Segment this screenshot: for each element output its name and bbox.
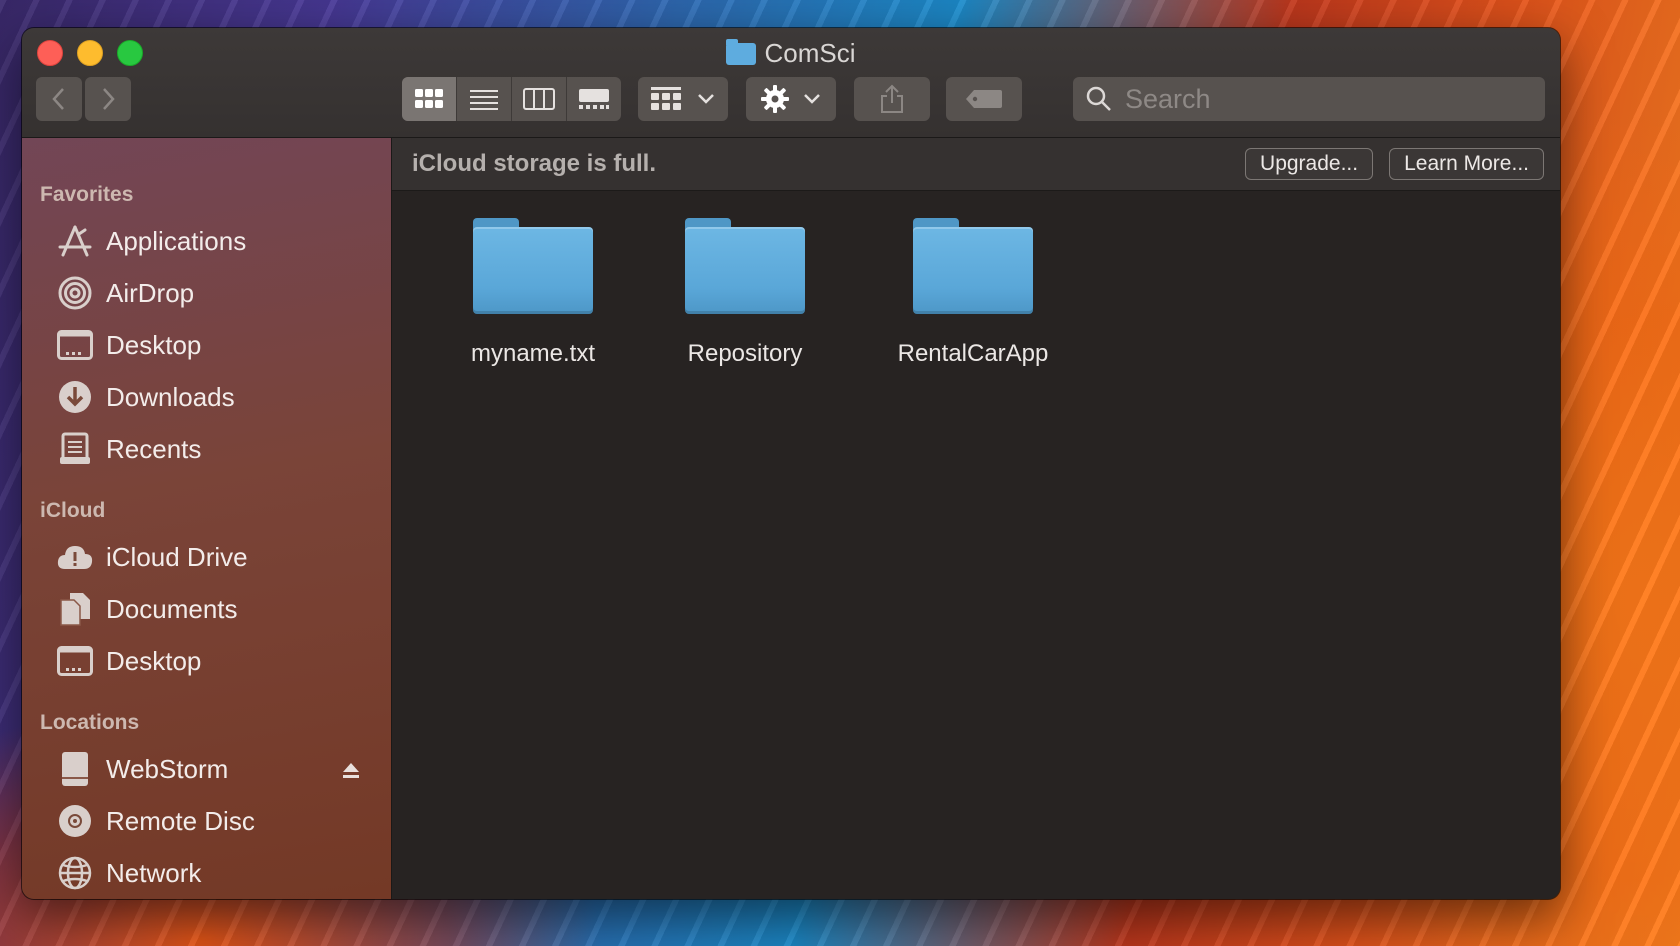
sidebar-item-label: Documents	[106, 593, 238, 624]
icon-view-button[interactable]	[402, 77, 457, 121]
network-icon	[56, 854, 94, 892]
chevron-right-icon	[103, 88, 115, 110]
forward-button[interactable]	[85, 77, 131, 121]
file-item[interactable]: RentalCarApp	[878, 218, 1068, 368]
back-button[interactable]	[36, 77, 82, 121]
sidebar-item-label: Applications	[106, 225, 247, 256]
grid-group-icon	[651, 87, 681, 110]
view-mode-control	[402, 77, 621, 121]
file-item[interactable]: myname.txt	[438, 218, 628, 368]
desktop-icon	[56, 326, 94, 364]
window-title-text: ComSci	[764, 38, 856, 68]
sidebar-item-desktop[interactable]: Desktop	[56, 322, 386, 368]
sidebar-item-label: Recents	[106, 433, 202, 464]
titlebar: ComSci	[22, 28, 1560, 138]
share-icon	[881, 84, 903, 113]
sidebar-item-label: AirDrop	[106, 277, 195, 308]
downloads-icon	[56, 378, 94, 416]
column-view-button[interactable]	[512, 77, 567, 121]
gear-icon	[761, 85, 789, 113]
drive-icon	[56, 750, 94, 788]
sidebar-item-network[interactable]: Network	[56, 850, 386, 896]
sidebar-section-icloud: iCloud	[40, 499, 106, 522]
chevron-down-icon	[698, 94, 714, 104]
share-button[interactable]	[854, 77, 930, 121]
icloud-drive-icon	[56, 538, 94, 576]
tag-icon	[966, 90, 1002, 108]
eject-icon[interactable]	[342, 756, 360, 787]
sidebar-item-label: Remote Disc	[106, 805, 255, 836]
window-title: ComSci	[22, 36, 1560, 70]
banner-message: iCloud storage is full.	[412, 150, 657, 177]
upgrade-button[interactable]: Upgrade...	[1245, 148, 1374, 180]
sidebar-item-label: Downloads	[106, 381, 235, 412]
action-menu-button[interactable]	[746, 77, 836, 121]
chevron-down-icon	[804, 94, 820, 104]
sidebar-section-favorites: Favorites	[40, 183, 134, 206]
list-view-icon	[470, 90, 498, 110]
sidebar-section-locations: Locations	[40, 711, 140, 734]
search-icon	[1086, 86, 1111, 111]
chevron-left-icon	[52, 88, 64, 110]
search-field[interactable]	[1073, 77, 1545, 121]
list-view-button[interactable]	[457, 77, 512, 121]
sidebar-item-icloud-drive[interactable]: iCloud Drive	[56, 534, 386, 580]
sidebar-item-label: iCloud Drive	[106, 541, 248, 572]
sidebar-item-remote-disc[interactable]: Remote Disc	[56, 798, 386, 844]
finder-window: ComSci Search Favorites Applications Air…	[22, 28, 1560, 899]
sidebar-item-airdrop[interactable]: AirDrop	[56, 270, 386, 316]
documents-icon	[56, 590, 94, 628]
file-item[interactable]: Repository	[650, 218, 840, 368]
sidebar-item-label: Desktop	[106, 329, 202, 360]
gallery-view-button[interactable]	[567, 77, 621, 121]
sidebar-item-label: Desktop	[106, 645, 202, 676]
folder-icon	[685, 218, 805, 314]
learn-more-button[interactable]: Learn More...	[1389, 148, 1544, 180]
group-by-button[interactable]	[638, 77, 728, 121]
file-name: Repository	[687, 340, 803, 367]
sidebar-item-downloads[interactable]: Downloads	[56, 374, 386, 420]
sidebar-item-webstorm[interactable]: WebStorm	[56, 746, 386, 792]
sidebar-item-applications[interactable]: Applications	[56, 218, 386, 264]
disc-icon	[56, 802, 94, 840]
sidebar-item-documents[interactable]: Documents	[56, 586, 386, 632]
folder-icon	[726, 39, 757, 65]
folder-icon	[473, 218, 593, 314]
column-view-icon	[523, 88, 555, 110]
gallery-view-icon	[579, 89, 609, 109]
sidebar-item-icloud-desktop[interactable]: Desktop	[56, 638, 386, 684]
icon-view-icon	[415, 89, 443, 108]
file-name: myname.txt	[470, 340, 596, 367]
file-name: RentalCarApp	[897, 340, 1049, 367]
applications-icon	[56, 222, 94, 260]
sidebar-item-label: Network	[106, 857, 202, 888]
sidebar: Favorites Applications AirDrop Desktop D…	[22, 138, 392, 899]
sidebar-item-recents[interactable]: Recents	[56, 426, 386, 472]
tag-button[interactable]	[946, 77, 1022, 121]
recents-icon	[56, 430, 94, 468]
airdrop-icon	[56, 274, 94, 312]
desktop-icon	[56, 642, 94, 680]
icloud-storage-banner: iCloud storage is full. Upgrade... Learn…	[392, 138, 1560, 191]
sidebar-item-label: WebStorm	[106, 753, 229, 784]
search-input[interactable]	[1123, 82, 1527, 116]
file-browser: iCloud storage is full. Upgrade... Learn…	[392, 138, 1560, 899]
folder-icon	[913, 218, 1033, 314]
